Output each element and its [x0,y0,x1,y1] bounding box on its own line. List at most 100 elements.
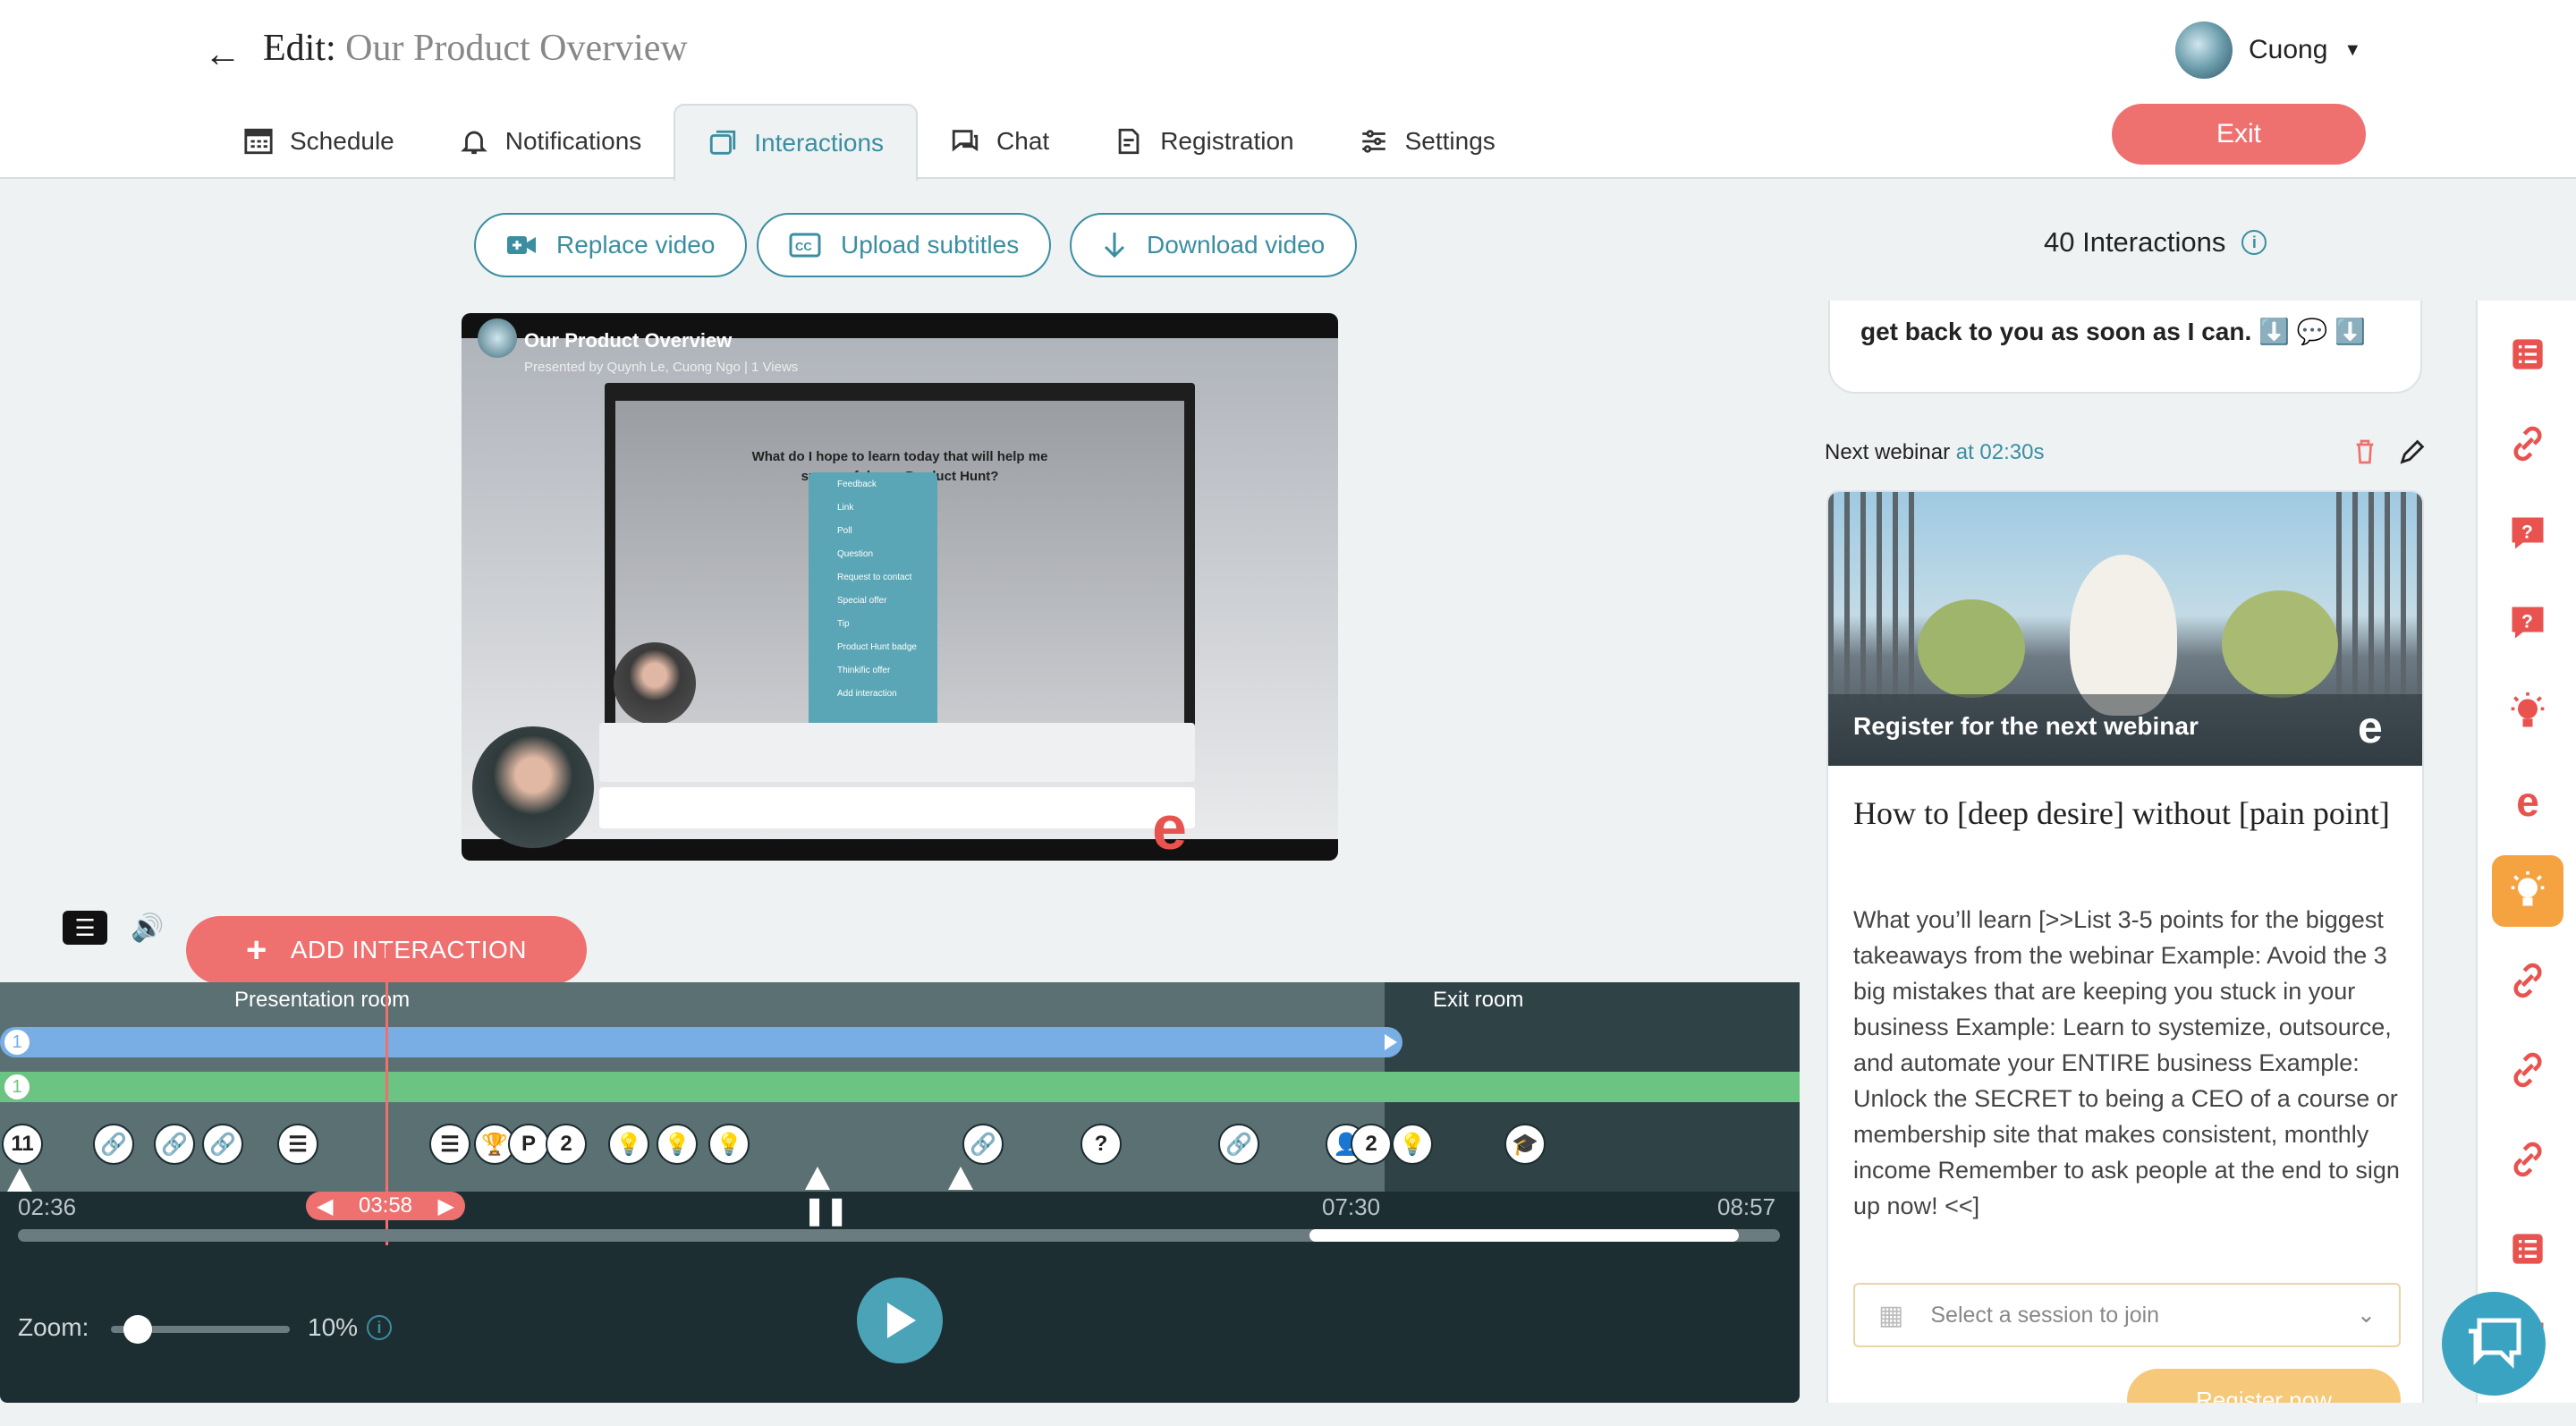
video-title: Our Product Overview [524,329,733,352]
session-select[interactable]: ▦ Select a session to join ⌄ [1853,1283,2401,1347]
video-presenters: Presented by Quynh Le, Cuong Ngo | 1 Vie… [524,360,799,375]
tab-notifications[interactable]: Notifications [427,104,674,179]
tab-interactions[interactable]: Interactions [674,104,919,181]
timeline-marker-count[interactable]: 2 [1351,1124,1392,1165]
timeline-scroll-thumb[interactable] [1309,1229,1739,1242]
list-toggle-icon[interactable]: ☰ [63,911,107,945]
rail-link-icon[interactable] [2492,1034,2563,1106]
play-button[interactable] [857,1277,943,1363]
link-icon[interactable]: 🔗 [154,1124,195,1165]
time-marker-icon[interactable] [7,1168,32,1192]
rail-list-icon[interactable] [2492,1213,2563,1285]
svg-text:?: ? [2521,611,2533,632]
interaction-type-rail: ? ? e ? [2476,301,2576,1426]
presenter-cam [472,726,594,848]
upload-subtitles-button[interactable]: CC Upload subtitles [757,213,1052,277]
plus-icon: + [245,929,267,970]
previous-interaction-card[interactable]: get back to you as soon as I can. ⬇️ 💬 ⬇… [1828,301,2422,394]
forward-icon[interactable]: ▶ [438,1193,454,1219]
calendar-icon: ▦ [1878,1300,1904,1330]
tab-settings-label: Settings [1404,127,1496,155]
card-caption: Register for the next webinar [1853,712,2199,740]
interaction-list-panel: get back to you as soon as I can. ⬇️ 💬 ⬇… [1821,301,2429,1426]
menu-item: Request to contact [837,573,912,582]
rail-question-icon[interactable]: ? [2492,587,2563,658]
chevron-down-icon: ⌄ [2357,1303,2376,1328]
interactions-count: 40 Interactions i [2044,226,2267,259]
rail-tip-icon[interactable] [2492,676,2563,748]
blue-bar-count: 1 [2,1027,32,1057]
timeline-marker-count[interactable]: 2 [546,1124,587,1165]
zoom-value: 10% [308,1313,359,1341]
tab-settings[interactable]: Settings [1326,104,1528,179]
tab-schedule-label: Schedule [290,127,394,155]
card-title: How to [deep desire] without [pain point… [1853,795,2390,831]
tab-registration[interactable]: Registration [1081,104,1326,179]
timeline-marker-count[interactable]: 11 [2,1124,43,1165]
link-icon[interactable]: 🔗 [1218,1124,1259,1165]
rail-link-icon[interactable] [2492,408,2563,480]
timeline-panel: Presentation room Exit room 1 1 11 🔗 🔗 🔗… [0,945,1800,1403]
rail-link-icon[interactable] [2492,1124,2563,1195]
edit-label: Edit: [263,28,336,69]
pencil-icon[interactable] [2397,437,2428,467]
product-hunt-icon[interactable]: P [508,1124,549,1165]
menu-item: Special offer [837,596,887,606]
replace-video-label: Replace video [556,231,716,259]
download-arrow-icon [1104,233,1125,259]
menu-item: Link [837,503,854,513]
time-marker-icon[interactable] [805,1167,830,1190]
rewind-icon[interactable]: ◀ [317,1193,333,1219]
green-interaction-bar[interactable]: 1 [0,1072,1800,1102]
exit-room-label: Exit room [1433,988,1524,1012]
rail-list-icon[interactable] [2492,318,2563,390]
zoom-slider-knob[interactable] [123,1315,152,1344]
link-icon[interactable]: 🔗 [93,1124,134,1165]
list-icon[interactable]: ☰ [429,1124,470,1165]
tip-icon[interactable]: 💡 [1392,1124,1433,1165]
tab-schedule[interactable]: Schedule [211,104,427,179]
current-time-badge[interactable]: ◀ 03:58 ▶ [306,1192,465,1220]
time-start: 02:36 [18,1193,77,1220]
exit-button[interactable]: Exit [2112,104,2366,165]
trash-icon[interactable] [2351,437,2379,467]
rail-question-icon[interactable]: ? [2492,497,2563,569]
pause-icon[interactable]: ❚❚ [803,1195,848,1227]
menu-item: Feedback [837,480,877,489]
graduation-cap-icon[interactable]: 🎓 [1504,1124,1546,1165]
tab-chat[interactable]: Chat [918,104,1081,179]
rail-brand-e-icon[interactable]: e [2492,766,2563,837]
volume-icon[interactable]: 🔊 [131,912,164,944]
list-icon[interactable]: ☰ [277,1124,318,1165]
tip-icon[interactable]: 💡 [708,1124,750,1165]
tip-icon[interactable]: 💡 [608,1124,649,1165]
download-video-button[interactable]: Download video [1070,213,1358,277]
blue-interaction-bar[interactable]: 1 [0,1027,1402,1057]
chat-bubble-icon [2469,1318,2521,1370]
rail-tip-icon-active[interactable] [2492,855,2563,927]
tab-registration-label: Registration [1160,127,1294,155]
zoom-info-icon[interactable]: i [367,1315,392,1340]
user-menu[interactable]: Cuong ▼ [2175,21,2361,79]
presenter-small-cam [614,642,696,725]
time-marker-icon[interactable] [948,1167,973,1190]
link-icon[interactable]: 🔗 [202,1124,243,1165]
replace-video-button[interactable]: Replace video [474,213,748,277]
download-video-label: Download video [1147,231,1326,259]
support-chat-button[interactable] [2442,1292,2546,1396]
link-icon[interactable]: 🔗 [962,1124,1004,1165]
tip-icon[interactable]: 💡 [657,1124,698,1165]
question-icon[interactable]: ? [1080,1124,1122,1165]
presentation-room-label: Presentation room [234,988,411,1012]
tab-interactions-label: Interactions [754,129,885,157]
user-name: Cuong [2249,35,2328,64]
rail-link-icon[interactable] [2492,945,2563,1016]
host-avatar [478,318,517,358]
upload-subtitles-label: Upload subtitles [841,231,1020,259]
menu-item: Poll [837,526,852,536]
info-icon[interactable]: i [2241,230,2267,255]
interaction-header: Next webinar at 02:30s [1825,440,2044,465]
video-preview[interactable]: Our Product Overview Presented by Quynh … [462,313,1338,861]
blue-bar-end-icon [1385,1034,1397,1050]
back-arrow-icon[interactable]: ← [204,34,243,73]
